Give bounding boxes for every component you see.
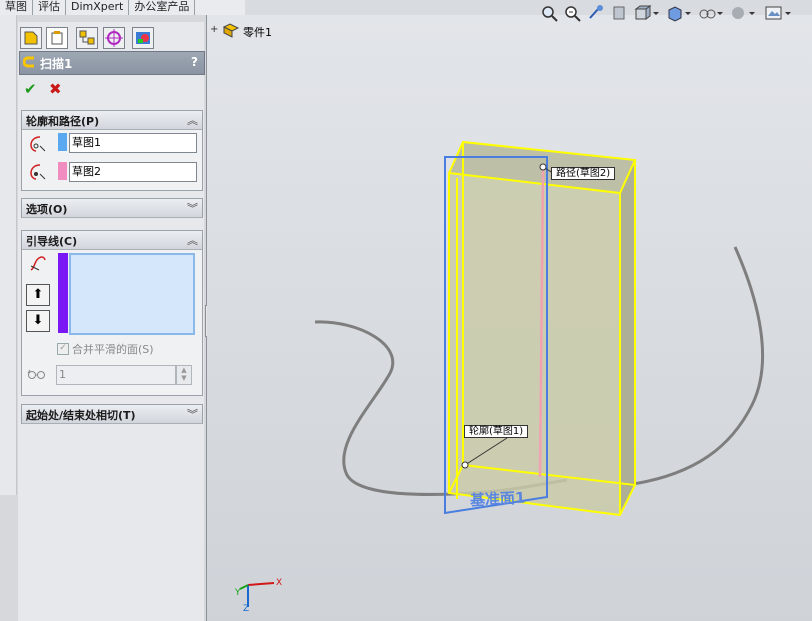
group-title: 轮廓和路径(P) xyxy=(26,115,100,128)
tangency-group: 起始处/结束处相切(T) ︾ xyxy=(21,404,203,424)
dimxpert-manager-tab[interactable] xyxy=(103,27,125,49)
tab-sketch[interactable]: 草图 xyxy=(0,0,33,15)
triad-z-label: Z xyxy=(243,604,250,614)
merge-smooth-label: 合并平滑的面(S) xyxy=(72,343,154,356)
guide-curve-right[interactable] xyxy=(626,246,765,487)
expand-icon: ︾ xyxy=(187,202,198,215)
sweep-side-face xyxy=(620,160,635,515)
profile-and-path-group: 轮廓和路径(P) ︽ 草图1 草图2 xyxy=(21,110,203,191)
panel-edge xyxy=(0,15,17,495)
collapse-icon: ︽ xyxy=(187,114,198,127)
profile-callout[interactable]: 轮廓(草图1) xyxy=(464,425,529,438)
merge-smooth-checkbox[interactable]: ✓ xyxy=(57,343,69,355)
group-header[interactable]: 轮廓和路径(P) ︽ xyxy=(22,111,202,130)
tab-office-products[interactable]: 办公室产品 xyxy=(129,0,196,15)
group-header[interactable]: 选项(O) ︾ xyxy=(22,199,202,218)
path-icon xyxy=(30,164,46,180)
profile-field[interactable]: 草图1 xyxy=(69,133,197,153)
property-manager-tab[interactable] xyxy=(46,27,68,49)
triad-x-label: X xyxy=(276,578,283,588)
command-tabs: 草图 评估 DimXpert 办公室产品 xyxy=(0,0,245,16)
group-title: 起始处/结束处相切(T) xyxy=(26,409,136,422)
move-up-button[interactable]: ⬆ xyxy=(26,284,50,306)
help-button[interactable]: ? xyxy=(191,55,198,69)
glasses-icon xyxy=(27,369,45,379)
ok-button[interactable]: ✔ xyxy=(24,80,37,98)
sweep-feature-icon xyxy=(23,56,34,68)
group-header[interactable]: 引导线(C) ︽ xyxy=(22,231,202,250)
collapse-icon: ︽ xyxy=(187,234,198,247)
group-title: 选项(O) xyxy=(26,203,68,216)
guide-spin-field[interactable]: 1 xyxy=(56,365,176,385)
display-manager-tab[interactable] xyxy=(132,27,154,49)
path-handle[interactable] xyxy=(539,163,547,171)
profile-color-swatch xyxy=(58,133,67,151)
triad-y-label: Y xyxy=(235,588,241,598)
model-graphics[interactable] xyxy=(207,15,812,621)
configuration-manager-tab[interactable] xyxy=(76,27,98,49)
sweep-front-face xyxy=(449,173,620,515)
cancel-button[interactable]: ✖ xyxy=(49,80,62,98)
plane1-label: 基准面1 xyxy=(469,488,526,510)
spin-arrows[interactable]: ▲ ▼ xyxy=(176,365,192,385)
guide-curve-icon xyxy=(30,256,46,271)
path-color-swatch xyxy=(58,162,67,180)
property-manager-header: 扫描1 ? xyxy=(19,51,205,75)
move-down-button[interactable]: ⬇ xyxy=(26,310,50,332)
tab-dimxpert[interactable]: DimXpert xyxy=(66,0,130,15)
options-group: 选项(O) ︾ xyxy=(21,198,203,218)
group-header[interactable]: 起始处/结束处相切(T) ︾ xyxy=(22,405,202,424)
group-title: 引导线(C) xyxy=(26,235,78,248)
feature-manager-tab[interactable] xyxy=(20,27,42,49)
path-field[interactable]: 草图2 xyxy=(69,162,197,182)
feature-title: 扫描1 xyxy=(40,57,73,71)
guide-list-color-bar xyxy=(58,253,68,333)
guide-curves-list[interactable] xyxy=(69,253,195,335)
guide-curves-group: 引导线(C) ︽ ⬆ ⬇ ✓ 合并平滑的面(S) 1 ▲ ▼ xyxy=(21,230,203,396)
profile-icon xyxy=(30,136,46,152)
tab-evaluate[interactable]: 评估 xyxy=(33,0,66,15)
profile-handle[interactable] xyxy=(461,461,469,469)
expand-icon: ︾ xyxy=(187,408,198,421)
path-callout[interactable]: 路径(草图2) xyxy=(551,167,616,180)
